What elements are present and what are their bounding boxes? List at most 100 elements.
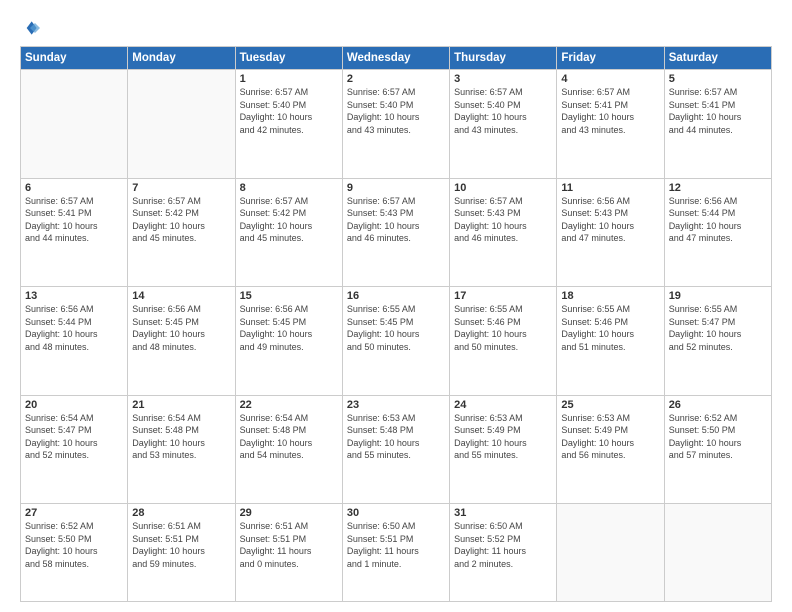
- day-number: 19: [669, 290, 767, 302]
- calendar-week-row: 20 Sunrise: 6:54 AM Sunset: 5:47 PM Dayli…: [21, 395, 772, 504]
- day-info: Sunrise: 6:50 AM Sunset: 5:52 PM Dayligh…: [454, 521, 526, 569]
- day-info: Sunrise: 6:53 AM Sunset: 5:49 PM Dayligh…: [561, 413, 634, 461]
- day-info: Sunrise: 6:54 AM Sunset: 5:48 PM Dayligh…: [132, 413, 205, 461]
- day-info: Sunrise: 6:57 AM Sunset: 5:43 PM Dayligh…: [347, 196, 420, 244]
- weekday-header: Tuesday: [235, 47, 342, 70]
- logo-icon: [20, 18, 40, 38]
- calendar-header-row: SundayMondayTuesdayWednesdayThursdayFrid…: [21, 47, 772, 70]
- day-info: Sunrise: 6:55 AM Sunset: 5:46 PM Dayligh…: [561, 304, 634, 352]
- day-number: 12: [669, 182, 767, 194]
- calendar-cell: 11 Sunrise: 6:56 AM Sunset: 5:43 PM Dayli…: [557, 178, 664, 287]
- day-info: Sunrise: 6:57 AM Sunset: 5:41 PM Dayligh…: [561, 87, 634, 135]
- calendar-cell: 10 Sunrise: 6:57 AM Sunset: 5:43 PM Dayli…: [450, 178, 557, 287]
- day-info: Sunrise: 6:54 AM Sunset: 5:47 PM Dayligh…: [25, 413, 98, 461]
- calendar-cell: 2 Sunrise: 6:57 AM Sunset: 5:40 PM Daylig…: [342, 70, 449, 179]
- day-info: Sunrise: 6:51 AM Sunset: 5:51 PM Dayligh…: [240, 521, 312, 569]
- day-info: Sunrise: 6:51 AM Sunset: 5:51 PM Dayligh…: [132, 521, 205, 569]
- day-info: Sunrise: 6:52 AM Sunset: 5:50 PM Dayligh…: [669, 413, 742, 461]
- day-number: 10: [454, 182, 552, 194]
- day-number: 24: [454, 399, 552, 411]
- calendar-cell: 15 Sunrise: 6:56 AM Sunset: 5:45 PM Dayli…: [235, 287, 342, 396]
- day-info: Sunrise: 6:56 AM Sunset: 5:45 PM Dayligh…: [132, 304, 205, 352]
- weekday-header: Monday: [128, 47, 235, 70]
- day-info: Sunrise: 6:56 AM Sunset: 5:43 PM Dayligh…: [561, 196, 634, 244]
- day-info: Sunrise: 6:57 AM Sunset: 5:40 PM Dayligh…: [454, 87, 527, 135]
- calendar-cell: 29 Sunrise: 6:51 AM Sunset: 5:51 PM Dayli…: [235, 504, 342, 602]
- calendar-cell: 26 Sunrise: 6:52 AM Sunset: 5:50 PM Dayli…: [664, 395, 771, 504]
- day-number: 7: [132, 182, 230, 194]
- day-number: 5: [669, 73, 767, 85]
- calendar-cell: 17 Sunrise: 6:55 AM Sunset: 5:46 PM Dayli…: [450, 287, 557, 396]
- weekday-header: Thursday: [450, 47, 557, 70]
- calendar-week-row: 27 Sunrise: 6:52 AM Sunset: 5:50 PM Dayli…: [21, 504, 772, 602]
- day-number: 8: [240, 182, 338, 194]
- day-info: Sunrise: 6:50 AM Sunset: 5:51 PM Dayligh…: [347, 521, 419, 569]
- calendar-cell: 31 Sunrise: 6:50 AM Sunset: 5:52 PM Dayli…: [450, 504, 557, 602]
- day-number: 11: [561, 182, 659, 194]
- calendar-cell: 16Sunrise: 6:55 AM Sunset: 5:45 PM Dayli…: [342, 287, 449, 396]
- day-number: 9: [347, 182, 445, 194]
- day-number: 15: [240, 290, 338, 302]
- weekday-header: Friday: [557, 47, 664, 70]
- day-info: Sunrise: 6:57 AM Sunset: 5:42 PM Dayligh…: [132, 196, 205, 244]
- day-info: Sunrise: 6:52 AM Sunset: 5:50 PM Dayligh…: [25, 521, 98, 569]
- calendar-cell: [128, 70, 235, 179]
- calendar-cell: 6Sunrise: 6:57 AM Sunset: 5:41 PM Daylig…: [21, 178, 128, 287]
- calendar-cell: 12 Sunrise: 6:56 AM Sunset: 5:44 PM Dayli…: [664, 178, 771, 287]
- calendar-cell: 4 Sunrise: 6:57 AM Sunset: 5:41 PM Daylig…: [557, 70, 664, 179]
- calendar-cell: 30 Sunrise: 6:50 AM Sunset: 5:51 PM Dayli…: [342, 504, 449, 602]
- day-number: 31: [454, 507, 552, 519]
- calendar-cell: [664, 504, 771, 602]
- calendar-cell: 22Sunrise: 6:54 AM Sunset: 5:48 PM Dayli…: [235, 395, 342, 504]
- calendar-cell: 7 Sunrise: 6:57 AM Sunset: 5:42 PM Daylig…: [128, 178, 235, 287]
- day-info: Sunrise: 6:57 AM Sunset: 5:43 PM Dayligh…: [454, 196, 527, 244]
- calendar-cell: 20 Sunrise: 6:54 AM Sunset: 5:47 PM Dayli…: [21, 395, 128, 504]
- day-number: 14: [132, 290, 230, 302]
- day-info: Sunrise: 6:57 AM Sunset: 5:40 PM Dayligh…: [240, 87, 313, 135]
- calendar-cell: [21, 70, 128, 179]
- day-info: Sunrise: 6:56 AM Sunset: 5:45 PM Dayligh…: [240, 304, 313, 352]
- day-number: 26: [669, 399, 767, 411]
- day-number: 23: [347, 399, 445, 411]
- day-number: 21: [132, 399, 230, 411]
- day-number: 13: [25, 290, 123, 302]
- calendar-cell: 27 Sunrise: 6:52 AM Sunset: 5:50 PM Dayli…: [21, 504, 128, 602]
- calendar-cell: 23 Sunrise: 6:53 AM Sunset: 5:48 PM Dayli…: [342, 395, 449, 504]
- day-info: Sunrise: 6:56 AM Sunset: 5:44 PM Dayligh…: [25, 304, 98, 352]
- logo: [20, 18, 44, 38]
- day-info: Sunrise: 6:53 AM Sunset: 5:48 PM Dayligh…: [347, 413, 420, 461]
- day-info: Sunrise: 6:55 AM Sunset: 5:46 PM Dayligh…: [454, 304, 527, 352]
- calendar-cell: 19Sunrise: 6:55 AM Sunset: 5:47 PM Dayli…: [664, 287, 771, 396]
- day-number: 20: [25, 399, 123, 411]
- day-number: 28: [132, 507, 230, 519]
- day-number: 2: [347, 73, 445, 85]
- day-info: Sunrise: 6:53 AM Sunset: 5:49 PM Dayligh…: [454, 413, 527, 461]
- calendar-week-row: 1 Sunrise: 6:57 AM Sunset: 5:40 PM Daylig…: [21, 70, 772, 179]
- day-info: Sunrise: 6:56 AM Sunset: 5:44 PM Dayligh…: [669, 196, 742, 244]
- day-number: 1: [240, 73, 338, 85]
- day-number: 16: [347, 290, 445, 302]
- calendar-cell: 18Sunrise: 6:55 AM Sunset: 5:46 PM Dayli…: [557, 287, 664, 396]
- calendar-cell: 28 Sunrise: 6:51 AM Sunset: 5:51 PM Dayli…: [128, 504, 235, 602]
- day-info: Sunrise: 6:57 AM Sunset: 5:41 PM Dayligh…: [25, 196, 98, 244]
- day-number: 29: [240, 507, 338, 519]
- day-info: Sunrise: 6:57 AM Sunset: 5:41 PM Dayligh…: [669, 87, 742, 135]
- calendar-cell: 13 Sunrise: 6:56 AM Sunset: 5:44 PM Dayli…: [21, 287, 128, 396]
- day-info: Sunrise: 6:57 AM Sunset: 5:40 PM Dayligh…: [347, 87, 420, 135]
- day-number: 3: [454, 73, 552, 85]
- day-number: 22: [240, 399, 338, 411]
- calendar-table: SundayMondayTuesdayWednesdayThursdayFrid…: [20, 46, 772, 602]
- day-number: 4: [561, 73, 659, 85]
- day-info: Sunrise: 6:57 AM Sunset: 5:42 PM Dayligh…: [240, 196, 313, 244]
- day-number: 27: [25, 507, 123, 519]
- day-number: 25: [561, 399, 659, 411]
- day-number: 30: [347, 507, 445, 519]
- calendar-cell: 5 Sunrise: 6:57 AM Sunset: 5:41 PM Daylig…: [664, 70, 771, 179]
- weekday-header: Saturday: [664, 47, 771, 70]
- calendar-cell: 8 Sunrise: 6:57 AM Sunset: 5:42 PM Daylig…: [235, 178, 342, 287]
- calendar-week-row: 6Sunrise: 6:57 AM Sunset: 5:41 PM Daylig…: [21, 178, 772, 287]
- calendar-cell: 21 Sunrise: 6:54 AM Sunset: 5:48 PM Dayli…: [128, 395, 235, 504]
- weekday-header: Sunday: [21, 47, 128, 70]
- day-number: 17: [454, 290, 552, 302]
- calendar-cell: 9 Sunrise: 6:57 AM Sunset: 5:43 PM Daylig…: [342, 178, 449, 287]
